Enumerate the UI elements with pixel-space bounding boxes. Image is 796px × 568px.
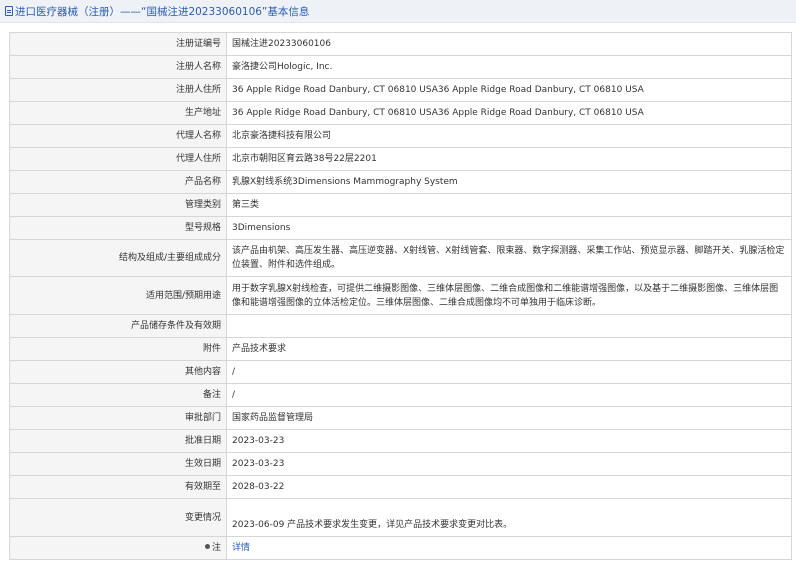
info-table: 注册证编号 国械注进20233060106 注册人名称 豪洛捷公司Hologic… xyxy=(9,32,792,560)
table-row: 结构及组成/主要组成成分 该产品由机架、高压发生器、高压逆变器、X射线管、X射线… xyxy=(9,239,792,277)
row-value-valid-until: 2028-03-22 xyxy=(226,475,792,499)
table-row: 代理人名称 北京豪洛捷科技有限公司 xyxy=(9,124,792,148)
details-link[interactable]: 详情 xyxy=(232,543,250,553)
row-value-remarks: / xyxy=(226,383,792,407)
row-value-registration-number: 国械注进20233060106 xyxy=(226,32,792,56)
row-label-registrant-address: 注册人住所 xyxy=(9,78,227,102)
row-value-agent-address: 北京市朝阳区育云路38号22层2201 xyxy=(226,147,792,171)
table-row: 适用范围/预期用途 用于数字乳腺X射线检查，可提供二维摄影图像、三维体层图像、二… xyxy=(9,276,792,315)
table-row: 审批部门 国家药品监督管理局 xyxy=(9,406,792,430)
row-label-product-name: 产品名称 xyxy=(9,170,227,194)
row-value-model-spec: 3Dimensions xyxy=(226,216,792,240)
row-value-note: 详情 xyxy=(226,536,792,560)
table-row: 管理类别 第三类 xyxy=(9,193,792,217)
row-label-registration-number: 注册证编号 xyxy=(9,32,227,56)
row-label-remarks: 备注 xyxy=(9,383,227,407)
table-row: 型号规格 3Dimensions xyxy=(9,216,792,240)
row-label-model-spec: 型号规格 xyxy=(9,216,227,240)
table-row: 批准日期 2023-03-23 xyxy=(9,429,792,453)
row-label-approval-date: 批准日期 xyxy=(9,429,227,453)
row-value-intended-use: 用于数字乳腺X射线检查，可提供二维摄影图像、三维体层图像、二维合成图像和二维能谱… xyxy=(226,276,792,315)
table-row: 有效期至 2028-03-22 xyxy=(9,475,792,499)
table-row: 产品储存条件及有效期 xyxy=(9,314,792,338)
row-value-production-address: 36 Apple Ridge Road Danbury, CT 06810 US… xyxy=(226,101,792,125)
row-label-agent-name: 代理人名称 xyxy=(9,124,227,148)
page-title: 进口医疗器械（注册）——“国械注进20233060106”基本信息 xyxy=(15,5,310,18)
row-value-other-content: / xyxy=(226,360,792,384)
row-label-production-address: 生产地址 xyxy=(9,101,227,125)
row-value-registrant-address: 36 Apple Ridge Road Danbury, CT 06810 US… xyxy=(226,78,792,102)
row-label-agent-address: 代理人住所 xyxy=(9,147,227,171)
table-row: 代理人住所 北京市朝阳区育云路38号22层2201 xyxy=(9,147,792,171)
row-label-attachment: 附件 xyxy=(9,337,227,361)
row-value-attachment: 产品技术要求 xyxy=(226,337,792,361)
row-value-management-class: 第三类 xyxy=(226,193,792,217)
table-row: 其他内容 / xyxy=(9,360,792,384)
note-label: 注 xyxy=(211,543,221,553)
row-label-valid-until: 有效期至 xyxy=(9,475,227,499)
row-value-storage xyxy=(226,314,792,338)
table-row: 产品名称 乳腺X射线系统3Dimensions Mammography Syst… xyxy=(9,170,792,194)
pin-icon xyxy=(204,544,210,549)
page-header: 进口医疗器械（注册）——“国械注进20233060106”基本信息 xyxy=(0,0,796,23)
row-value-structure: 该产品由机架、高压发生器、高压逆变器、X射线管、X射线管套、限束器、数字探测器、… xyxy=(226,239,792,277)
table-row: 注册人住所 36 Apple Ridge Road Danbury, CT 06… xyxy=(9,78,792,102)
row-label-approval-dept: 审批部门 xyxy=(9,406,227,430)
row-label-management-class: 管理类别 xyxy=(9,193,227,217)
row-value-effective-date: 2023-03-23 xyxy=(226,452,792,476)
table-row: 备注 / xyxy=(9,383,792,407)
row-value-agent-name: 北京豪洛捷科技有限公司 xyxy=(226,124,792,148)
document-icon xyxy=(5,6,13,16)
row-label-registrant-name: 注册人名称 xyxy=(9,55,227,79)
table-row: 变更情况 2023-06-09 产品技术要求发生变更，详见产品技术要求变更对比表… xyxy=(9,498,792,537)
table-row: 注册证编号 国械注进20233060106 xyxy=(9,32,792,56)
row-value-approval-date: 2023-03-23 xyxy=(226,429,792,453)
row-label-effective-date: 生效日期 xyxy=(9,452,227,476)
row-label-other-content: 其他内容 xyxy=(9,360,227,384)
row-value-registrant-name: 豪洛捷公司Hologic, Inc. xyxy=(226,55,792,79)
row-value-product-name: 乳腺X射线系统3Dimensions Mammography System xyxy=(226,170,792,194)
table-row: 注册人名称 豪洛捷公司Hologic, Inc. xyxy=(9,55,792,79)
row-label-storage: 产品储存条件及有效期 xyxy=(9,314,227,338)
table-row: 生效日期 2023-03-23 xyxy=(9,452,792,476)
row-label-change-status: 变更情况 xyxy=(9,498,227,537)
table-row: 生产地址 36 Apple Ridge Road Danbury, CT 068… xyxy=(9,101,792,125)
row-label-structure: 结构及组成/主要组成成分 xyxy=(9,239,227,277)
table-row: 附件 产品技术要求 xyxy=(9,337,792,361)
row-value-approval-dept: 国家药品监督管理局 xyxy=(226,406,792,430)
row-label-intended-use: 适用范围/预期用途 xyxy=(9,276,227,315)
row-label-note: 注 xyxy=(9,536,227,560)
row-value-change-status: 2023-06-09 产品技术要求发生变更，详见产品技术要求变更对比表。 xyxy=(226,498,792,537)
table-row: 注 详情 xyxy=(9,536,792,560)
